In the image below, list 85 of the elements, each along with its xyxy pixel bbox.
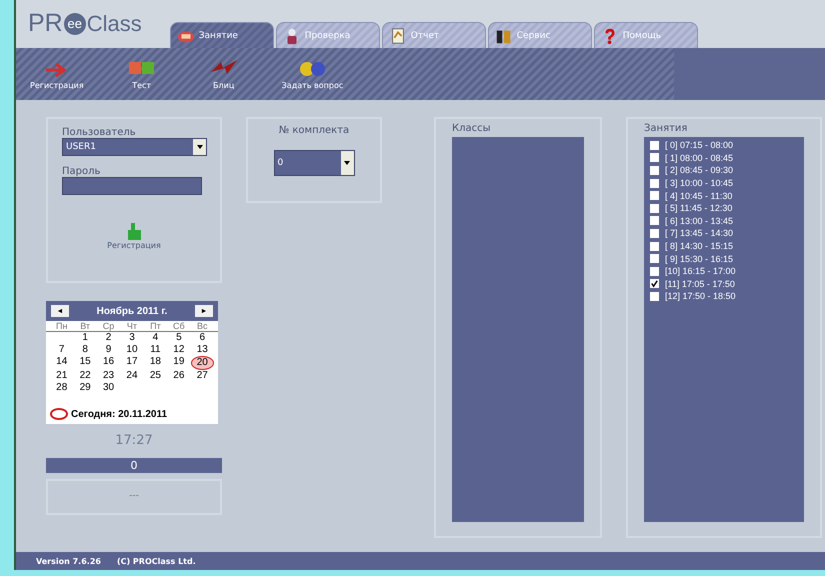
tab[interactable]: Занятие (170, 22, 274, 48)
lesson-item[interactable]: [ 7] 13:45 - 14:30 (665, 228, 734, 238)
checkbox[interactable] (650, 178, 659, 188)
lesson-item[interactable]: [ 6] 13:00 - 13:45 (665, 216, 734, 226)
checkbox[interactable] (650, 228, 659, 238)
calendar-day[interactable]: 28 (50, 382, 74, 394)
kit-label: № комплекта (278, 125, 350, 136)
toolbar-button[interactable]: Регистрация (24, 48, 90, 100)
calendar-day[interactable]: 29 (73, 382, 97, 394)
weekday-label: Чт (126, 321, 138, 331)
calendar-day[interactable]: 25 (144, 370, 168, 382)
calendar-day[interactable]: 13 (190, 344, 214, 356)
checkbox[interactable] (650, 266, 659, 276)
checkbox[interactable] (650, 292, 659, 301)
calendar-day[interactable]: 30 (96, 382, 120, 394)
calendar-day[interactable]: 6 (190, 332, 214, 344)
checkbox[interactable] (650, 166, 659, 175)
calendar-day[interactable]: 10 (120, 344, 144, 356)
calendar-day[interactable]: 24 (120, 370, 144, 382)
month-title: Ноябрь 2011 г. (96, 306, 168, 316)
toolbar-button[interactable]: Блиц (194, 48, 254, 100)
lesson-item[interactable]: [11] 17:05 - 17:50 (665, 278, 735, 289)
calendar-day[interactable]: 14 (50, 356, 74, 370)
calendar-day[interactable]: 11 (144, 344, 168, 356)
calendar-day[interactable]: 19 (167, 356, 191, 370)
lesson-item[interactable]: [ 4] 10:45 - 11:30 (665, 190, 732, 201)
lesson-item[interactable]: [ 9] 15:30 - 16:15 (665, 254, 734, 264)
checkbox[interactable] (650, 140, 659, 150)
calendar-day[interactable]: 22 (73, 370, 97, 382)
checkbox[interactable] (650, 279, 659, 288)
weekday-label: Пт (149, 321, 162, 331)
lesson-item[interactable]: [ 3] 10:00 - 10:45 (665, 178, 734, 188)
checkbox[interactable] (650, 204, 659, 213)
checkbox[interactable] (650, 216, 659, 226)
calendar-day[interactable]: 3 (120, 332, 144, 344)
checkbox[interactable] (650, 153, 659, 162)
calendar-day[interactable]: 27 (190, 370, 214, 382)
calendar-day[interactable]: 9 (96, 344, 120, 356)
weekday-label: Пн (54, 321, 68, 331)
user-dropdown[interactable]: USER1 (62, 138, 207, 156)
lesson-item[interactable]: [ 0] 07:15 - 08:00 (665, 140, 734, 150)
toolbar-button[interactable]: Тест (112, 48, 172, 100)
password-label: Пароль (62, 166, 102, 177)
calendar-day[interactable]: 26 (167, 370, 191, 382)
checkbox[interactable] (650, 191, 659, 200)
version-text: Version 7.6.26 (36, 556, 101, 566)
weekday-label: Вс (196, 321, 209, 331)
today-circle-icon (50, 408, 68, 420)
calendar-day[interactable]: 7 (50, 344, 74, 356)
calendar-day[interactable]: 8 (73, 344, 97, 356)
kit-dropdown[interactable]: 0 (274, 150, 354, 176)
classes-title: Классы (452, 123, 492, 134)
calendar-day[interactable]: 2 (96, 332, 120, 344)
calendar-day[interactable]: 20 (190, 356, 214, 370)
calendar-day[interactable]: 15 (73, 356, 97, 370)
copyright-text: (C) PROClass Ltd. (116, 556, 196, 566)
calendar-day[interactable]: 5 (167, 332, 191, 344)
calendar-day[interactable]: 17 (120, 356, 144, 370)
calendar-day[interactable]: 18 (144, 356, 168, 370)
lesson-item[interactable]: [ 1] 08:00 - 08:45 (665, 152, 734, 163)
register-button[interactable]: Регистрация (105, 221, 163, 250)
weekday-label: Вт (79, 321, 92, 331)
counter: 0 (46, 458, 222, 473)
lesson-item[interactable]: [ 8] 14:30 - 15:15 (665, 241, 734, 252)
checkbox[interactable] (650, 242, 659, 251)
lesson-item[interactable]: [ 2] 08:45 - 09:30 (665, 165, 734, 176)
calendar-day[interactable]: 4 (144, 332, 168, 344)
calendar-day[interactable]: 1 (73, 332, 97, 344)
status-box: --- (46, 479, 222, 515)
today-label[interactable]: Сегодня: 20.11.2011 (71, 408, 168, 420)
lesson-item[interactable]: [12] 17:50 - 18:50 (665, 291, 736, 302)
clock: 17:27 (114, 433, 154, 448)
user-label: Пользователь (62, 127, 137, 138)
calendar-day[interactable]: 23 (96, 370, 120, 382)
toolbar-button[interactable]: Задать вопрос (276, 48, 350, 100)
lessons-title: Занятия (644, 123, 688, 134)
password-field[interactable] (62, 177, 202, 195)
calendar-day[interactable]: 16 (96, 356, 120, 370)
weekday-label: Сб (172, 321, 186, 331)
weekday-label: Ср (102, 321, 116, 331)
checkbox[interactable] (650, 254, 659, 264)
lesson-item[interactable]: [10] 16:15 - 17:00 (665, 266, 736, 276)
lesson-item[interactable]: [ 5] 11:45 - 12:30 (665, 203, 732, 214)
calendar-day[interactable]: 21 (50, 370, 74, 382)
calendar-day[interactable]: 12 (167, 344, 191, 356)
